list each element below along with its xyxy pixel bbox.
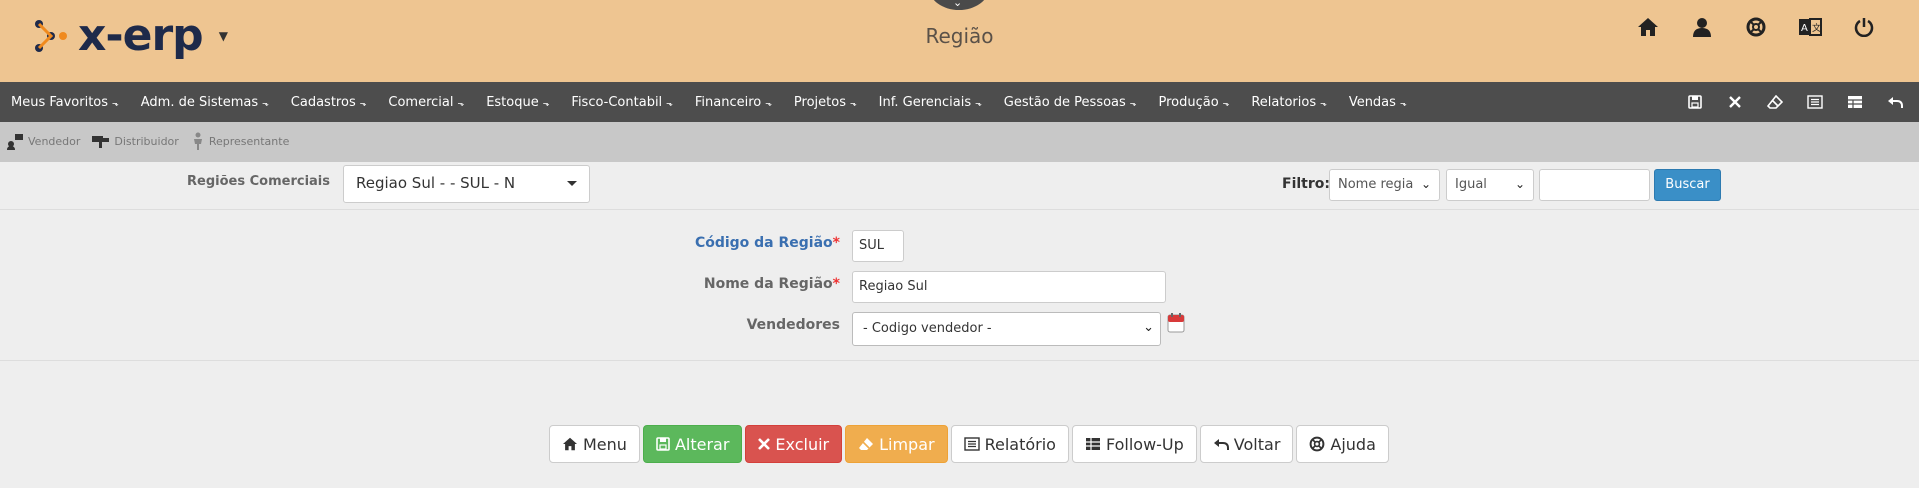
menu-producao[interactable]: Produção ⬎ <box>1147 95 1240 110</box>
close-icon <box>758 438 771 450</box>
related-tabs-bar: Vendedor Distribuidor Representante <box>0 122 1919 162</box>
table-icon[interactable] <box>1835 82 1875 122</box>
vendedores-select[interactable]: - Codigo vendedor - ⌄ <box>852 312 1161 346</box>
filter-row: Regiões Comerciais Regiao Sul - - SUL - … <box>0 162 1919 210</box>
regioes-comerciais-select[interactable]: Regiao Sul - - SUL - N <box>343 165 590 203</box>
menu-meus-favoritos[interactable]: Meus Favoritos ⬎ <box>0 95 130 110</box>
filter-operator-select[interactable]: Igual ⌄ <box>1446 169 1534 201</box>
app-header: ⌄ x-erp ▼ Região A文 <box>0 0 1919 82</box>
codigo-regiao-input[interactable]: SUL <box>852 230 904 262</box>
excluir-button[interactable]: Excluir <box>745 425 843 463</box>
limpar-button[interactable]: Limpar <box>845 425 948 463</box>
lifebuoy-icon[interactable] <box>1729 14 1783 40</box>
undo-icon <box>1213 439 1229 450</box>
menu-vendas[interactable]: Vendas ⬎ <box>1338 95 1418 110</box>
chevron-down-icon: ⌄ <box>1143 320 1154 335</box>
menu-projetos[interactable]: Projetos ⬎ <box>783 95 868 110</box>
eraser-icon[interactable] <box>1755 82 1795 122</box>
representante-icon <box>193 132 202 150</box>
tab-vendedor[interactable]: Vendedor <box>6 132 80 150</box>
tab-representante[interactable]: Representante <box>191 132 289 150</box>
filtro-label: Filtro: <box>1282 176 1330 192</box>
chevron-down-icon: ⌄ <box>1514 177 1525 191</box>
svg-text:A: A <box>1801 23 1808 34</box>
menu-inf-gerenciais[interactable]: Inf. Gerenciais ⬎ <box>868 95 993 110</box>
calendar-icon[interactable] <box>1167 313 1185 333</box>
header-actions: A文 <box>1621 14 1891 40</box>
region-form: Código da Região* SUL Nome da Região* Re… <box>0 211 1919 361</box>
eraser-icon <box>859 438 874 450</box>
undo-icon[interactable] <box>1875 82 1915 122</box>
menu-items: Meus Favoritos ⬎ Adm. de Sistemas ⬎ Cadast… <box>0 82 1418 122</box>
voltar-button[interactable]: Voltar <box>1199 425 1294 463</box>
power-icon[interactable] <box>1837 14 1891 40</box>
svg-text:文: 文 <box>1812 22 1821 34</box>
ajuda-button[interactable]: Ajuda <box>1296 425 1389 463</box>
related-tabs: Vendedor Distribuidor Representante <box>6 132 301 150</box>
menu-estoque[interactable]: Estoque ⬎ <box>475 95 560 110</box>
filter-field-select[interactable]: Nome regia ⌄ <box>1329 169 1440 201</box>
menu-gestao-pessoas[interactable]: Gestão de Pessoas ⬎ <box>993 95 1148 110</box>
menu-adm-sistemas[interactable]: Adm. de Sistemas ⬎ <box>130 95 280 110</box>
regioes-comerciais-label: Regiões Comerciais <box>187 174 330 189</box>
buscar-button[interactable]: Buscar <box>1654 169 1721 201</box>
translate-icon[interactable]: A文 <box>1783 14 1837 40</box>
action-buttons: Menu Alterar Excluir Limpar Relatório Fo… <box>549 425 1392 463</box>
alterar-button[interactable]: Alterar <box>642 425 743 463</box>
nome-regiao-input[interactable]: Regiao Sul <box>852 271 1166 303</box>
codigo-regiao-label: Código da Região* <box>694 235 840 251</box>
table-icon <box>1085 438 1100 450</box>
collapse-header-button[interactable]: ⌄ <box>929 0 989 10</box>
nome-regiao-label: Nome da Região* <box>703 276 840 292</box>
home-icon <box>563 437 577 451</box>
lifebuoy-icon <box>1309 436 1325 452</box>
user-icon[interactable] <box>1675 14 1729 40</box>
menubar-toolbar <box>1675 82 1915 122</box>
list-icon[interactable] <box>1795 82 1835 122</box>
chevron-down-icon: ⌄ <box>953 0 963 9</box>
filter-search-input[interactable] <box>1539 169 1650 201</box>
home-icon[interactable] <box>1621 14 1675 40</box>
vendedor-icon <box>7 134 23 150</box>
main-menubar: Meus Favoritos ⬎ Adm. de Sistemas ⬎ Cadast… <box>0 82 1919 122</box>
close-icon[interactable] <box>1715 82 1755 122</box>
menu-financeiro[interactable]: Financeiro ⬎ <box>684 95 783 110</box>
caret-down-icon <box>567 181 577 186</box>
save-icon[interactable] <box>1675 82 1715 122</box>
save-icon <box>656 437 670 451</box>
list-icon <box>963 437 980 451</box>
relatorio-button[interactable]: Relatório <box>950 425 1069 463</box>
tab-distribuidor[interactable]: Distribuidor <box>92 133 179 149</box>
distribuidor-icon <box>92 136 110 148</box>
menu-cadastros[interactable]: Cadastros ⬎ <box>280 95 378 110</box>
menu-comercial[interactable]: Comercial ⬎ <box>377 95 475 110</box>
menu-fisco-contabil[interactable]: Fisco-Contabil ⬎ <box>560 95 683 110</box>
chevron-down-icon: ⌄ <box>1420 177 1431 191</box>
menu-button[interactable]: Menu <box>549 425 640 463</box>
menu-relatorios[interactable]: Relatorios ⬎ <box>1240 95 1337 110</box>
follow-up-button[interactable]: Follow-Up <box>1071 425 1197 463</box>
vendedores-label: Vendedores <box>746 317 840 333</box>
